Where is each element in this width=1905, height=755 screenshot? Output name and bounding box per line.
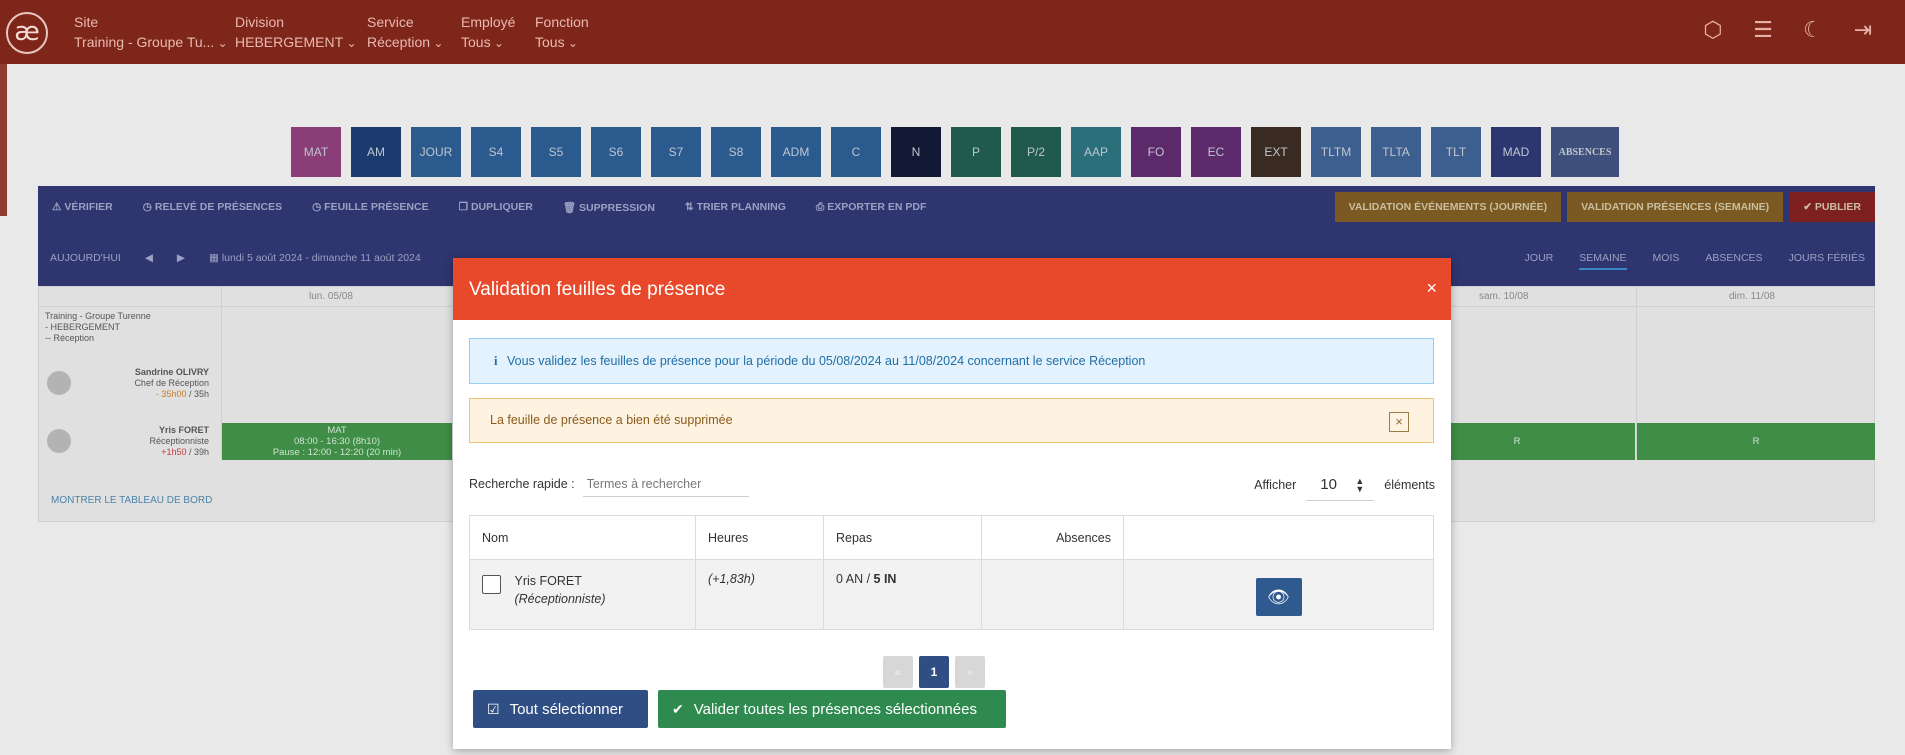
cell-name: Yris FORET (Réceptionniste) (469, 559, 696, 630)
sort-arrows-icon: ▲ ▼ (1355, 475, 1365, 494)
view-button[interactable]: 👁 (1255, 578, 1302, 616)
select-all-label: Tout sélectionner (509, 700, 623, 718)
employee-name: Yris FORET (514, 574, 582, 588)
table-header-row: Nom Heures Repas Absences (469, 515, 1434, 560)
warning-alert-text: La feuille de présence a bien été suppri… (490, 413, 733, 427)
cell-hours: (+1,83h) (695, 559, 824, 630)
page-size-value: 10 (1320, 476, 1337, 493)
column-header-name[interactable]: Nom (469, 515, 696, 560)
show-suffix: éléments (1384, 478, 1435, 492)
pagination-next[interactable]: » (955, 656, 985, 688)
meals-count: 5 IN (873, 572, 897, 586)
table-row: Yris FORET (Réceptionniste) (+1,83h) 0 A… (469, 559, 1434, 630)
page-size-select[interactable]: 10 ▲ ▼ (1306, 469, 1375, 501)
search-input[interactable] (582, 471, 749, 497)
close-icon[interactable]: × (1389, 412, 1409, 432)
pagination-prev[interactable]: « (883, 656, 913, 688)
cell-meals: 0 AN / 5 IN (823, 559, 982, 630)
eye-icon: 👁 (1267, 587, 1290, 607)
column-header-absences[interactable]: Absences (981, 515, 1124, 560)
quick-search: Recherche rapide : (469, 471, 749, 497)
pagination: « 1 » (883, 656, 985, 688)
search-label: Recherche rapide : (469, 477, 575, 491)
modal-header: Validation feuilles de présence × (453, 258, 1451, 320)
meals-prefix: 0 AN / (836, 572, 874, 586)
presence-table: Nom Heures Repas Absences Yris FORET (Ré… (469, 515, 1434, 630)
validate-all-button[interactable]: ✔ Valider toutes les présences sélection… (658, 690, 1006, 728)
close-icon[interactable]: × (1426, 278, 1437, 299)
employee-role: (Réceptionniste) (514, 592, 606, 606)
modal-title: Validation feuilles de présence (469, 279, 726, 300)
select-all-button[interactable]: ☑ Tout sélectionner (473, 690, 648, 728)
page-size-control: Afficher 10 ▲ ▼ éléments (1254, 469, 1435, 501)
info-alert: i Vous validez les feuilles de présence … (469, 338, 1434, 384)
row-checkbox[interactable] (482, 575, 501, 594)
checkbox-checked-icon: ☑ (487, 700, 500, 717)
warning-alert: La feuille de présence a bien été suppri… (469, 398, 1434, 443)
cell-actions: 👁 (1123, 559, 1434, 630)
pagination-page[interactable]: 1 (919, 656, 949, 688)
validate-all-label: Valider toutes les présences sélectionné… (693, 700, 977, 718)
column-header-hours[interactable]: Heures (695, 515, 824, 560)
column-header-actions (1123, 515, 1434, 560)
validation-modal: Validation feuilles de présence × i Vous… (453, 258, 1451, 749)
show-label: Afficher (1254, 478, 1297, 492)
column-header-meals[interactable]: Repas (823, 515, 982, 560)
info-icon: i (494, 354, 498, 368)
info-alert-text: Vous validez les feuilles de présence po… (506, 354, 1146, 368)
check-icon: ✔ (672, 700, 684, 717)
cell-absences (981, 559, 1124, 630)
